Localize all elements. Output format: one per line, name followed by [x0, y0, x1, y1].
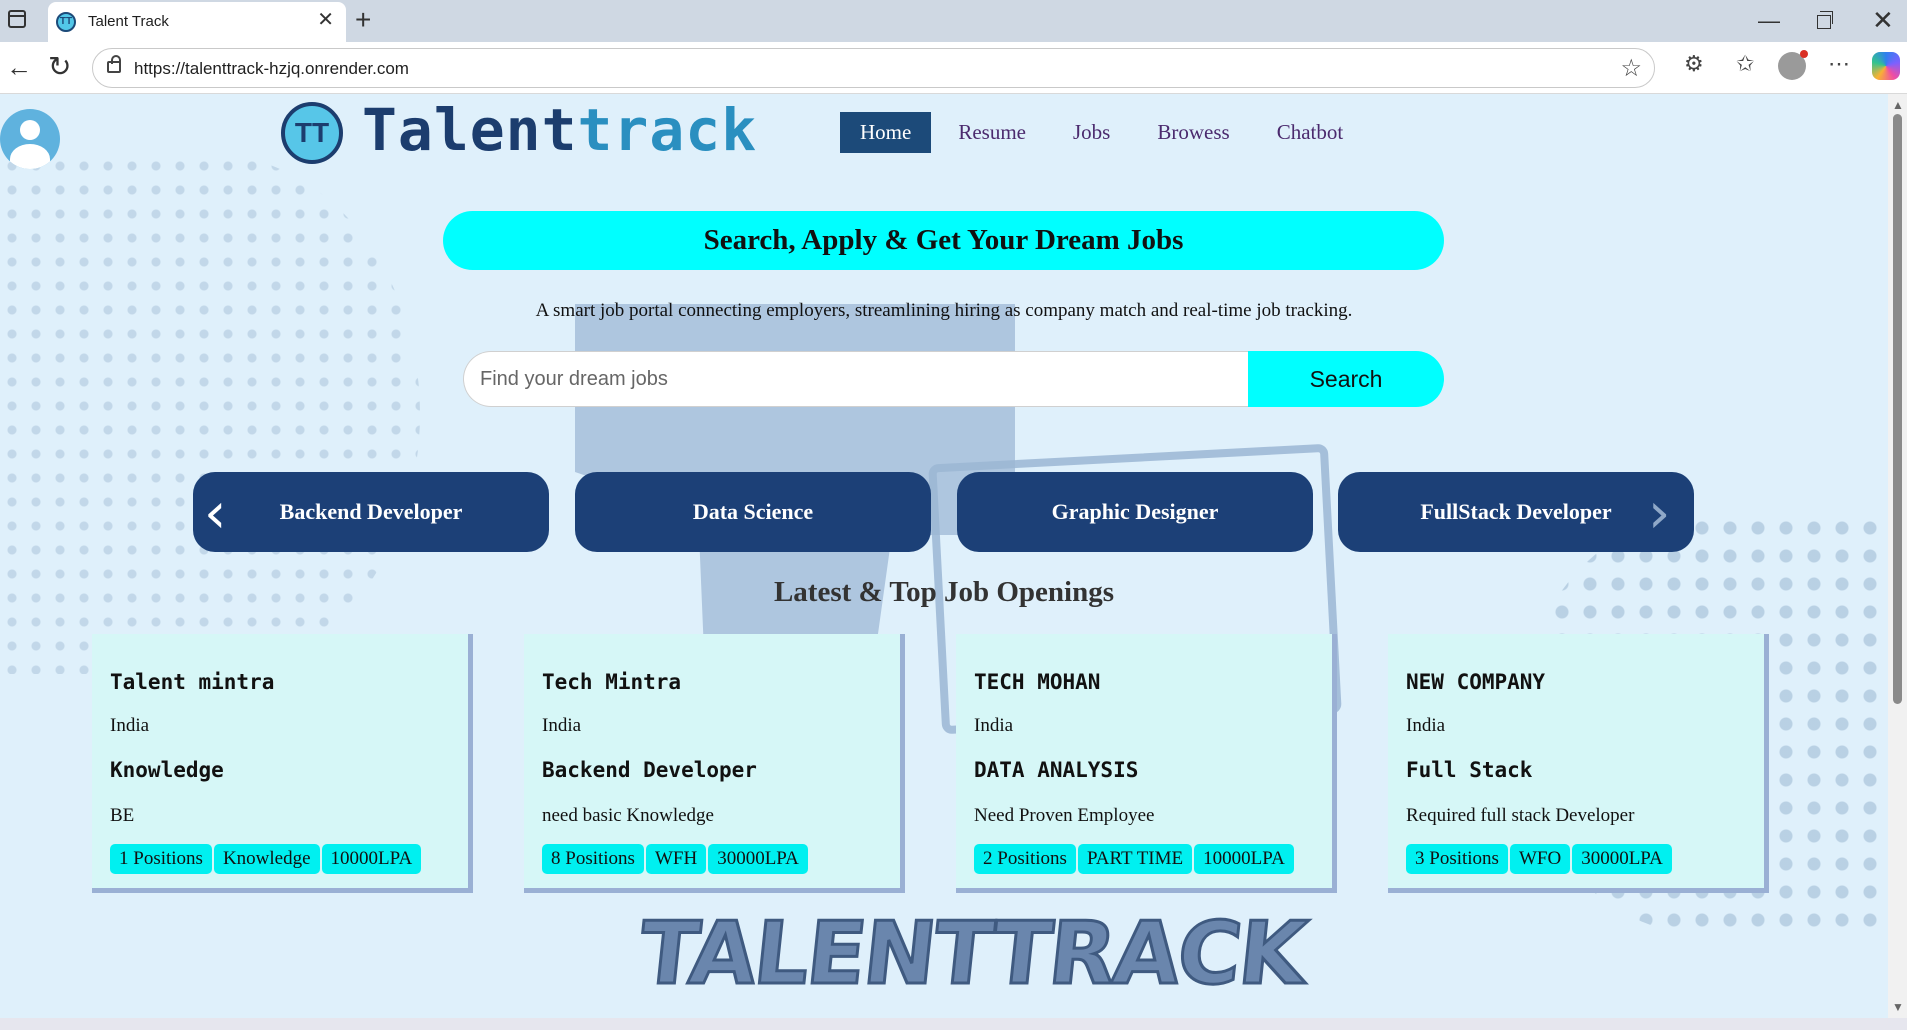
- job-description: need basic Knowledge: [542, 805, 714, 826]
- restore-icon[interactable]: [1817, 11, 1833, 29]
- scroll-thumb[interactable]: [1893, 114, 1902, 704]
- reload-icon[interactable]: ↻: [48, 50, 71, 83]
- nav-resume[interactable]: Resume: [938, 112, 1046, 153]
- hero-banner: Search, Apply & Get Your Dream Jobs: [443, 211, 1444, 270]
- logo-text-accent: track: [577, 96, 758, 164]
- job-company: NEW COMPANY: [1406, 670, 1546, 694]
- category-graphic-designer[interactable]: Graphic Designer: [957, 472, 1313, 552]
- job-role: Backend Developer: [542, 758, 757, 782]
- window-close-icon[interactable]: ✕: [1872, 5, 1894, 36]
- footer-logo: TALENTTRACK: [633, 903, 1310, 1006]
- close-icon[interactable]: ✕: [317, 10, 334, 30]
- job-role: Full Stack: [1406, 758, 1533, 782]
- tab-title: Talent Track: [88, 13, 169, 30]
- extensions-icon[interactable]: ⚙: [1684, 51, 1704, 77]
- profile-icon[interactable]: [1778, 50, 1808, 80]
- category-fullstack-developer[interactable]: FullStack Developer: [1338, 472, 1694, 552]
- logo-icon[interactable]: TT: [281, 102, 343, 164]
- plus-icon[interactable]: +: [355, 5, 371, 35]
- more-icon[interactable]: ⋯: [1828, 51, 1850, 77]
- job-card[interactable]: TECH MOHAN India DATA ANALYSIS Need Prov…: [956, 634, 1337, 893]
- chevron-left-icon[interactable]: ‹: [204, 486, 226, 542]
- nav-browess[interactable]: Browess: [1137, 112, 1249, 153]
- category-backend-developer[interactable]: Backend Developer: [193, 472, 549, 552]
- search-button[interactable]: Search: [1248, 351, 1444, 407]
- address-bar[interactable]: https://talenttrack-hzjq.onrender.com ☆: [92, 48, 1655, 88]
- url-text[interactable]: https://talenttrack-hzjq.onrender.com: [134, 59, 409, 79]
- nav-chatbot[interactable]: Chatbot: [1257, 112, 1364, 153]
- tag-salary: 10000LPA: [321, 844, 422, 874]
- favicon-icon: TT: [56, 12, 76, 32]
- search-form: Search: [463, 351, 1444, 407]
- browser-toolbar: ← ↻ https://talenttrack-hzjq.onrender.co…: [0, 42, 1907, 94]
- tag-salary: 30000LPA: [1572, 844, 1672, 874]
- user-avatar-icon[interactable]: [0, 109, 60, 169]
- job-description: BE: [110, 805, 135, 826]
- browser-tab-bar: TT Talent Track ✕ + — ✕: [0, 0, 1907, 42]
- job-company: Talent mintra: [110, 670, 275, 694]
- category-data-science[interactable]: Data Science: [575, 472, 931, 552]
- job-tags: 1 Positions Knowledge 10000LPA: [110, 844, 423, 874]
- scroll-up-icon[interactable]: ▲: [1892, 98, 1904, 112]
- job-card[interactable]: Tech Mintra India Backend Developer need…: [524, 634, 905, 893]
- favorites-icon[interactable]: ✩: [1736, 51, 1754, 77]
- job-tags: 2 Positions PART TIME 10000LPA: [974, 844, 1296, 874]
- job-role: Knowledge: [110, 758, 224, 782]
- lock-icon[interactable]: [107, 55, 121, 73]
- minimize-icon[interactable]: —: [1758, 8, 1780, 34]
- tag-positions: 1 Positions: [110, 844, 212, 874]
- job-description: Need Proven Employee: [974, 805, 1155, 826]
- job-description: Required full stack Developer: [1406, 805, 1635, 826]
- job-location: India: [974, 715, 1014, 736]
- job-tags: 3 Positions WFO 30000LPA: [1406, 844, 1674, 874]
- job-location: India: [110, 715, 150, 736]
- nav-home[interactable]: Home: [840, 112, 932, 153]
- page-viewport: TT Talenttrack Home Resume Jobs Browess …: [0, 94, 1888, 1018]
- nav-jobs[interactable]: Jobs: [1053, 112, 1130, 153]
- tag-job-type: PART TIME: [1077, 844, 1193, 874]
- job-location: India: [542, 715, 582, 736]
- main-nav: Home Resume Jobs Browess Chatbot: [840, 112, 1370, 153]
- search-input[interactable]: [463, 351, 1248, 407]
- job-tags: 8 Positions WFH 30000LPA: [542, 844, 810, 874]
- back-arrow-icon[interactable]: ←: [6, 52, 32, 83]
- tag-job-type: WFO: [1509, 844, 1571, 874]
- job-card[interactable]: Talent mintra India Knowledge BE 1 Posit…: [92, 634, 473, 893]
- tag-job-type: WFH: [645, 844, 707, 874]
- section-title: Latest & Top Job Openings: [773, 576, 1115, 608]
- tag-salary: 30000LPA: [708, 844, 808, 874]
- tag-positions: 8 Positions: [542, 844, 644, 874]
- job-location: India: [1406, 715, 1446, 736]
- tag-positions: 3 Positions: [1406, 844, 1508, 874]
- job-company: Tech Mintra: [542, 670, 682, 694]
- job-card[interactable]: NEW COMPANY India Full Stack Required fu…: [1388, 634, 1769, 893]
- sidebar-toggle-icon[interactable]: [8, 10, 26, 28]
- logo-text[interactable]: Talenttrack: [362, 96, 757, 164]
- taskbar-edge: [0, 1018, 1907, 1030]
- logo-text-primary: Talent: [362, 96, 578, 164]
- scroll-down-icon[interactable]: ▼: [1892, 1000, 1904, 1014]
- tag-positions: 2 Positions: [974, 844, 1076, 874]
- job-company: TECH MOHAN: [974, 670, 1101, 694]
- hero-tagline: A smart job portal connecting employers,…: [535, 300, 1353, 321]
- copilot-icon[interactable]: [1872, 52, 1900, 80]
- scrollbar[interactable]: ▲ ▼: [1888, 94, 1907, 1018]
- tag-job-type: Knowledge: [213, 844, 320, 874]
- chevron-right-icon[interactable]: ›: [1648, 486, 1670, 542]
- star-icon[interactable]: ☆: [1620, 54, 1642, 83]
- tag-salary: 10000LPA: [1194, 844, 1294, 874]
- job-role: DATA ANALYSIS: [974, 758, 1139, 782]
- browser-tab[interactable]: TT Talent Track ✕: [48, 2, 346, 42]
